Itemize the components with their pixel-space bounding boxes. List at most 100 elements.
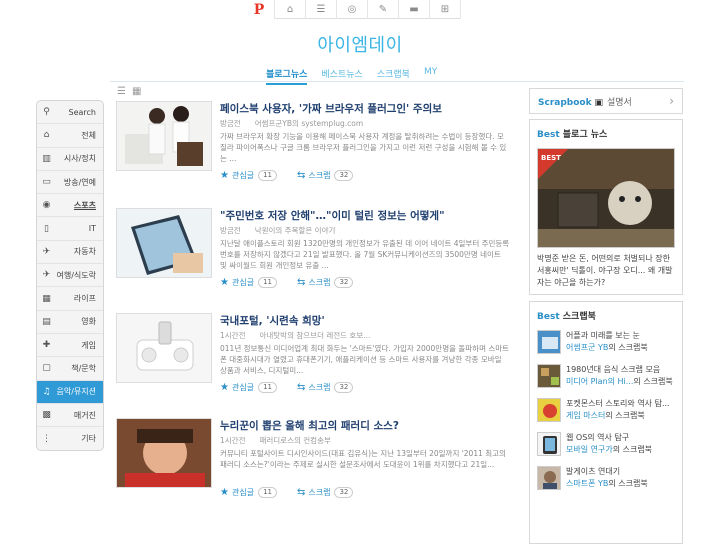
article-thumbnail[interactable] [116, 313, 212, 383]
like-label[interactable]: 관심글 [232, 382, 254, 393]
scrapbook-item[interactable]: 1980년대 음식 스크랩 모음 미디어 Plan의 Hi...의 스크랩북 [537, 364, 675, 390]
sidebar-item-sports[interactable]: ◉ 스포츠 [37, 194, 103, 218]
article-thumbnail[interactable] [116, 418, 212, 488]
scrap-button[interactable]: ⇆ 스크랩 32 [297, 382, 354, 393]
top-tab-strip: P ⌂ ☰ ◎ ✎ ▬ ⊞ [244, 0, 461, 19]
scrapbook-owner[interactable]: 모바일 연구가 [566, 445, 613, 454]
sidebar-item-magazine[interactable]: ▩ 매거진 [37, 404, 103, 428]
article-source[interactable]: 패러디로스의 컨컴송부 [259, 436, 330, 445]
scrap-label: 스크랩 [308, 278, 331, 287]
top-tab-home-logo[interactable]: P [244, 0, 275, 19]
sidebar-item-car[interactable]: ✈ 자동차 [37, 241, 103, 265]
sidebar-item-label: 스포츠 [73, 200, 96, 210]
scrap-button[interactable]: ⇆ 스크랩 32 [297, 277, 354, 288]
sidebar-item-it[interactable]: ▯ IT [37, 217, 103, 241]
people-photo-icon [117, 102, 211, 170]
article-time: 1시간전 [220, 436, 246, 445]
headphones-icon: ♫ [42, 386, 51, 397]
sidebar-item-label: 책/문학 [71, 363, 96, 373]
sidebar-item-etc[interactable]: ⋮ 기타 [37, 427, 103, 450]
top-tab-chat[interactable]: ▬ [399, 0, 430, 19]
site-logo[interactable]: 아이엠데이 [0, 31, 720, 57]
sidebar-item-label: Search [68, 107, 96, 117]
politics-icon: ▥ [42, 153, 51, 164]
star-icon[interactable]: ★ [220, 487, 229, 498]
like-label[interactable]: 관심글 [232, 277, 254, 288]
article-actions: ★ 관심글 11 ⇆ 스크랩 32 [220, 487, 354, 498]
article-actions: ★ 관심글 11 ⇆ 스크랩 32 [220, 170, 354, 181]
article-thumbnail[interactable] [116, 208, 212, 278]
main-nav: 블로그뉴스 베스트뉴스 스크랩북 MY [266, 67, 437, 85]
sidebar-item-search[interactable]: ⚲ Search [37, 101, 103, 125]
scrap-count: 32 [334, 487, 354, 498]
best-scrap-heading: Best 스크랩북 [537, 312, 596, 322]
sidebar-item-all[interactable]: ⌂ 전체 [37, 124, 103, 148]
scrapbook-item[interactable]: 포켓몬스터 스토리와 역사 탐... 게임 마스터의 스크랩북 [537, 398, 675, 424]
sidebar-item-label: 매거진 [73, 410, 96, 420]
tab-blog-news[interactable]: 블로그뉴스 [266, 67, 308, 85]
best-blog-news-panel: Best 블로그 뉴스 BEST 박명준 받은 돈, 어떤의로 처벌되나 장한 … [529, 119, 683, 295]
sidebar-item-politics[interactable]: ▥ 시사/정치 [37, 148, 103, 171]
article-source[interactable]: 낙원이의 주목할은 이야기 [255, 226, 336, 235]
top-tab-disc[interactable]: ◎ [337, 0, 368, 19]
scrapbook-guide-link[interactable]: Scrapbook ▣ 설명서 › [529, 88, 683, 114]
sidebar-item-music[interactable]: ♫ 음악/뮤지션 [37, 380, 103, 404]
article-source[interactable]: 아내탓박의 참으브더 레전드 호보... [259, 331, 370, 340]
sidebar-item-label: 전체 [81, 130, 96, 140]
scrap-label: 스크랩 [308, 383, 331, 392]
scrapbook-owner[interactable]: 미디어 Plan의 Hi... [566, 377, 633, 386]
star-icon[interactable]: ★ [220, 277, 229, 288]
article-time: 방금전 [220, 226, 241, 235]
like-label[interactable]: 관심글 [232, 487, 254, 498]
top-tab-add[interactable]: ⊞ [430, 0, 461, 19]
top-tab-home[interactable]: ⌂ [275, 0, 306, 19]
top-tab-list[interactable]: ☰ [306, 0, 337, 19]
sidebar-item-label: 여행/식도락 [56, 270, 97, 280]
tab-scrapbook[interactable]: 스크랩북 [377, 67, 410, 85]
article-meta: 1시간전 패러디로스의 컨컴송부 [220, 435, 331, 446]
top-tab-pen[interactable]: ✎ [368, 0, 399, 19]
best-badge: BEST [541, 154, 561, 162]
travel-icon: ✈ [42, 270, 51, 281]
scrapbook-thumb [537, 330, 561, 354]
scrap-button[interactable]: ⇆ 스크랩 32 [297, 170, 354, 181]
tab-best-news[interactable]: 베스트뉴스 [321, 67, 362, 85]
article-thumbnail[interactable] [116, 101, 212, 171]
grid-view-icon[interactable]: ▦ [132, 86, 141, 97]
sidebar-item-life[interactable]: ▦ 라이프 [37, 287, 103, 311]
scrapbook-owner[interactable]: 스마트폰 YB [566, 479, 608, 488]
sidebar-item-game[interactable]: ✚ 게임 [37, 334, 103, 358]
sidebar-item-label: IT [88, 224, 96, 234]
scrapbook-owner[interactable]: 어썸프군 YB [566, 343, 608, 352]
article-title[interactable]: 누리꾼이 뽑은 올해 최고의 패러디 소스? [220, 418, 399, 433]
scrapbook-owner[interactable]: 게임 마스터 [566, 411, 605, 420]
best-news-image[interactable]: BEST [537, 148, 675, 248]
star-icon[interactable]: ★ [220, 170, 229, 181]
article-title[interactable]: "주민번호 저장 안해"…"이미 털린 정보는 어떻게" [220, 208, 445, 223]
article-time: 1시간전 [220, 331, 246, 340]
sidebar-item-books[interactable]: ▢ 책/문학 [37, 357, 103, 381]
sidebar-item-entertainment[interactable]: ▭ 방송/연예 [37, 171, 103, 195]
article-actions: ★ 관심글 11 ⇆ 스크랩 32 [220, 382, 354, 393]
view-toggle: ☰ ▦ [117, 86, 141, 97]
article-title[interactable]: 페이스북 사용자, '가짜 브라우저 플러그인' 주의보 [220, 101, 442, 116]
scrap-button[interactable]: ⇆ 스크랩 32 [297, 487, 354, 498]
like-label[interactable]: 관심글 [232, 170, 254, 181]
article-title[interactable]: 국내포털, '시련속 희망' [220, 313, 325, 328]
list-view-icon[interactable]: ☰ [117, 86, 126, 97]
article-source[interactable]: 어썸프군YB의 systemplug.com [255, 119, 364, 128]
scrapbook-item[interactable]: 웹 OS의 역사 탐구 모바일 연구가의 스크랩북 [537, 432, 675, 458]
scrapbook-item[interactable]: 어플과 미래를 보는 눈 어썸프군 YB의 스크랩북 [537, 330, 675, 356]
sidebar-item-travel[interactable]: ✈ 여행/식도락 [37, 264, 103, 288]
star-icon[interactable]: ★ [220, 382, 229, 393]
tv-icon: ▭ [42, 177, 51, 188]
scrap-count: 32 [334, 382, 354, 393]
sidebar-item-label: 방송/연예 [63, 177, 96, 187]
best-news-text[interactable]: 박명준 받은 돈, 어떤의로 처벌되나 장한 서홍씨만' 딕톨이. 야구장 오디… [537, 253, 675, 289]
sidebar-item-movie[interactable]: ▤ 영화 [37, 311, 103, 334]
scrapbook-thumb [537, 364, 561, 388]
best-scrapbook-panel: Best 스크랩북 어플과 미래를 보는 눈 어썸프군 YB의 스크랩북 1980… [529, 301, 683, 544]
scrapbook-item[interactable]: 발게이츠 연대기 스마트폰 YB의 스크랩북 [537, 466, 675, 492]
tab-my[interactable]: MY [424, 67, 437, 85]
scrap-count: 32 [334, 170, 354, 181]
